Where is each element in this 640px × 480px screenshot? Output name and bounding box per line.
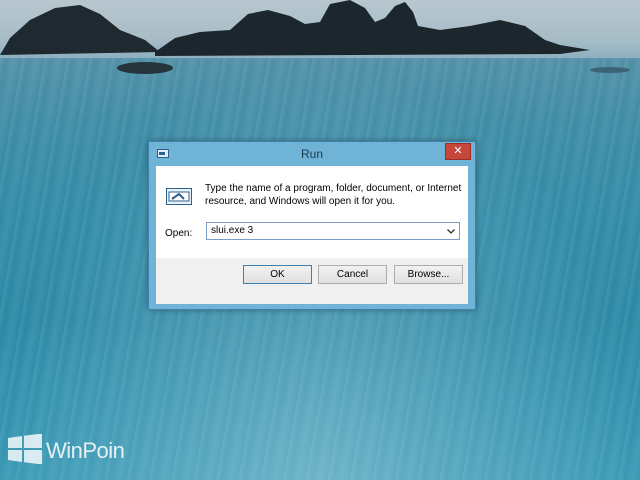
watermark-text: WinPoin (46, 438, 125, 463)
run-icon (166, 188, 192, 205)
dialog-title: Run (300, 147, 323, 161)
open-combobox[interactable]: slui.exe 3 (206, 222, 460, 240)
browse-button[interactable]: Browse... (394, 265, 463, 284)
rock-formations (0, 0, 630, 74)
cancel-button[interactable]: Cancel (318, 265, 387, 284)
watermark: WinPoin (8, 432, 138, 468)
dialog-client-area: Type the name of a program, folder, docu… (156, 166, 468, 304)
ok-button[interactable]: OK (243, 265, 312, 284)
button-bar: OK Cancel Browse... (156, 258, 468, 304)
open-input[interactable]: slui.exe 3 (211, 225, 253, 236)
dialog-description: Type the name of a program, folder, docu… (205, 183, 462, 207)
open-label: Open: (165, 228, 193, 239)
title-bar[interactable]: Run ✕ (149, 142, 475, 166)
windows-logo-icon (8, 434, 42, 464)
close-button[interactable]: ✕ (445, 143, 471, 160)
chevron-down-icon[interactable] (446, 226, 456, 236)
run-dialog: Run ✕ Type the name of a program, folder… (148, 141, 476, 310)
